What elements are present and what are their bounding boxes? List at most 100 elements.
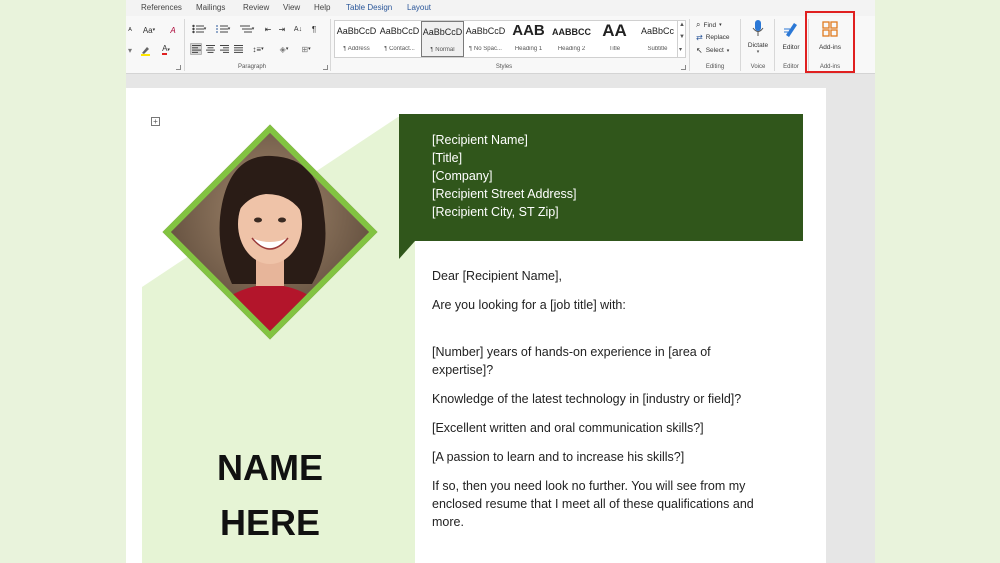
gallery-scroll[interactable]: ▲ ▼ ▾ [677,20,686,58]
tab-help[interactable]: Help [314,3,330,12]
bullet-item: [Number] years of hands-on experience in… [432,345,711,377]
dictate-button[interactable]: Dictate ▾ [744,19,772,61]
bullet-item: [A passion to learn and to increase his … [432,450,685,464]
word-window: References Mailings Review View Help Tab… [126,0,875,563]
style-name: ¶ No Spac... [469,46,502,52]
font-color-button[interactable]: A ▾ [158,44,174,56]
multilevel-list-button[interactable]: ▾ [236,23,258,35]
chevron-down-icon: ▾ [719,22,722,28]
more-styles-icon[interactable]: ▾ [679,46,682,53]
table-move-handle-icon[interactable]: + [151,117,160,126]
style-name: Heading 1 [514,46,543,52]
style-title[interactable]: AA Title [593,21,636,57]
divider [689,19,690,71]
align-left-icon [191,45,201,53]
ribbon-tabs: References Mailings Review View Help Tab… [126,0,875,16]
chevron-down-icon: ▾ [726,47,730,54]
tab-view[interactable]: View [283,3,300,12]
shading-button[interactable]: ◈ ▾ [274,43,294,55]
editor-label: Editor [782,44,800,51]
dropdown-icon[interactable]: ▾ [126,44,134,56]
highlight-button[interactable] [137,44,153,56]
recipient-name: [Recipient Name] [432,133,528,147]
style-name: Heading 2 [557,46,586,52]
paragraph-group-label: Paragraph [237,64,267,70]
justify-icon [233,45,243,53]
style-sample: AaBbCcD [422,27,463,37]
bullet-item: [Excellent written and oral communicatio… [432,421,704,435]
show-formatting-icon[interactable]: ¶ [308,23,320,35]
document-canvas [826,74,875,563]
borders-button[interactable]: ⊞ ▾ [296,43,316,55]
replace-button[interactable]: ⇄ Replace [696,33,730,42]
chevron-up-icon[interactable]: ▲ [679,22,685,28]
justify-button[interactable] [232,43,244,55]
font-size-button[interactable]: Aa ▾ [140,24,158,36]
line-spacing-button[interactable]: ↕≡ ▾ [248,43,268,55]
tab-review[interactable]: Review [243,3,269,12]
editor-group-label: Editor [783,64,799,70]
voice-group-label: Voice [750,64,766,70]
replace-label: Replace [705,34,730,41]
letter-body[interactable]: Dear [Recipient Name], Are you looking f… [432,267,762,531]
styles-group-label: Styles [495,64,513,70]
chevron-down-icon: ▾ [152,27,156,33]
style-sample: AAB [512,22,545,39]
add-ins-highlight-box [805,11,855,73]
font-dialog-launcher-icon[interactable] [176,65,181,70]
line-spacing-icon: ↕≡ [252,44,262,54]
bullet-item: Knowledge of the latest technology in [i… [432,392,742,406]
greeting: Dear [Recipient Name], [432,269,562,283]
style-sample: AaBbCcD [465,26,506,36]
select-button[interactable]: ↖ Select ▾ [696,46,729,55]
tab-mailings[interactable]: Mailings [196,3,225,12]
paragraph-dialog-launcher-icon[interactable] [323,65,328,70]
editor-button[interactable]: Editor [777,19,805,61]
applicant-name[interactable]: NAME HERE [184,440,356,550]
align-left-button[interactable] [190,43,202,55]
name-line-1: NAME [217,447,323,488]
align-right-icon [219,45,229,53]
style-normal[interactable]: AaBbCcD ¶ Normal [421,21,464,57]
ribbon: ᴬ Aa ▾ A ▾ A ▾ ▾ ▾ ▾ ⇤ ⇥ A↓ ¶ ↕≡ ▾ ◈ ▾ ⊞ ▾ Pa… [126,16,875,74]
editor-pen-icon [784,23,797,37]
style-contact[interactable]: AaBbCcD ¶ Contact... [378,21,421,57]
divider [184,19,185,71]
numbering-button[interactable]: ▾ [212,23,234,35]
style-heading-1[interactable]: AAB Heading 1 [507,21,550,57]
select-label: Select [705,47,724,54]
font-size-label: Aa [142,25,153,35]
style-sample: AaBbCcD [379,26,420,36]
recipient-street: [Recipient Street Address] [432,187,577,201]
increase-indent-icon[interactable]: ⇥ [276,23,288,35]
header-fold-shape [399,241,415,259]
style-sample: AaBbCcD [336,26,377,36]
clear-formatting-icon[interactable]: A [166,24,180,36]
align-center-button[interactable] [204,43,216,55]
style-subtitle[interactable]: AaBbCc Subtitle [636,21,679,57]
style-sample: AABBCC [552,27,591,37]
find-button[interactable]: ⌕ Find ▾ [696,20,722,30]
sort-icon[interactable]: A↓ [292,23,304,35]
bullets-icon [192,24,204,34]
styles-dialog-launcher-icon[interactable] [681,65,686,70]
find-label: Find [703,21,717,29]
style-address[interactable]: AaBbCcD ¶ Address [335,21,378,57]
tab-table-design[interactable]: Table Design [346,3,392,12]
divider [330,19,331,71]
align-right-button[interactable] [218,43,230,55]
superscript-button[interactable]: ᴬ [126,24,134,36]
decrease-indent-icon[interactable]: ⇤ [262,23,274,35]
style-heading-2[interactable]: AABBCC Heading 2 [550,21,593,57]
divider [774,19,775,71]
tab-layout[interactable]: Layout [407,3,431,12]
style-name: Subtitle [647,46,668,52]
tab-references[interactable]: References [141,3,182,12]
document-page[interactable]: + [Recipient Name] [Title] [Company] [Re… [126,88,826,563]
closing-paragraph: If so, then you need look no further. Yo… [432,479,754,529]
style-no-spacing[interactable]: AaBbCcD ¶ No Spac... [464,21,507,57]
chevron-down-icon: ▾ [756,49,760,55]
recipient-address[interactable]: [Recipient Name] [Title] [Company] [Reci… [432,131,577,221]
bullets-button[interactable]: ▾ [188,23,210,35]
chevron-down-icon[interactable]: ▼ [679,34,685,40]
